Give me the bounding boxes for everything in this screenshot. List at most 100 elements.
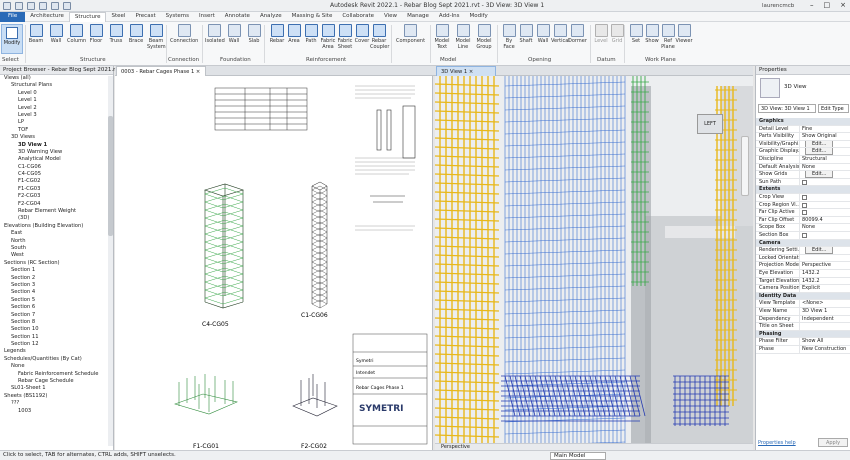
prop-value[interactable]: Independent — [800, 316, 834, 323]
view-cube[interactable]: LEFT — [697, 114, 723, 134]
prop-detail-level[interactable]: Detail Level Fine — [756, 125, 850, 134]
prop-value[interactable]: 3D View 1 — [800, 308, 827, 315]
beam-button[interactable]: Beam — [27, 24, 45, 44]
prop-visibility-graphi[interactable]: Visibility/Graphi... Edit... — [756, 140, 850, 149]
edit-button[interactable]: Edit... — [805, 140, 834, 148]
truss-button[interactable]: Truss — [107, 24, 125, 44]
browser-item-f2-cg03[interactable]: F2-CG03 — [0, 193, 113, 200]
prop-locked-orientat[interactable]: Locked Orientat... — [756, 254, 850, 263]
prop-value[interactable]: 1432.2 — [800, 270, 820, 277]
prop-value[interactable]: None — [800, 164, 815, 171]
close-icon[interactable]: × — [196, 69, 200, 75]
prop-title-on-sheet[interactable]: Title on Sheet — [756, 323, 850, 331]
maximize-icon[interactable]: □ — [824, 1, 831, 9]
prop-scope-box[interactable]: Scope Box None — [756, 224, 850, 232]
prop-value[interactable] — [800, 202, 807, 209]
prop-crop-region-vi[interactable]: Crop Region Vi... — [756, 201, 850, 210]
prop-phase-filter[interactable]: Phase Filter Show All — [756, 338, 850, 346]
prop-parts-visibility[interactable]: Parts Visibility Show Original — [756, 133, 850, 141]
area-button[interactable]: Area — [285, 24, 303, 44]
edit-button[interactable]: Edit... — [805, 247, 834, 254]
prop-target-elevation[interactable]: Target Elevation 1432.2 — [756, 277, 850, 286]
tab-modify[interactable]: Modify — [465, 12, 493, 22]
cover-button[interactable]: Cover — [353, 24, 371, 44]
browser-item-west[interactable]: West — [0, 252, 113, 259]
sheet-view[interactable]: C4-CG05 C1-CG06 F1-CG01 F2-CG02 Symetri … — [115, 76, 433, 450]
prop-far-clip-active[interactable]: Far Clip Active — [756, 209, 850, 217]
fabric-area-button[interactable]: Fabric Area — [319, 24, 337, 50]
prop-value[interactable] — [800, 323, 802, 330]
browser-item-3d-views[interactable]: 3D Views — [0, 134, 113, 141]
browser-item-rebar-element-weight[interactable]: Rebar Element Weight — [0, 208, 113, 215]
browser-item-level-0[interactable]: Level 0 — [0, 90, 113, 97]
redo-icon[interactable] — [39, 2, 47, 10]
edit-button[interactable]: Edit... — [805, 148, 834, 155]
browser-item-section-12[interactable]: Section 12 — [0, 341, 113, 348]
prop-phase[interactable]: Phase New Construction — [756, 346, 850, 354]
brace-button[interactable]: Brace — [127, 24, 145, 44]
model-line-button[interactable]: Model Line — [454, 24, 472, 50]
section-graphics[interactable]: Graphics — [756, 118, 850, 126]
browser-item-level-3[interactable]: Level 3 — [0, 112, 113, 119]
section-identity-data[interactable]: Identity Data — [756, 292, 850, 301]
apply-button[interactable]: Apply — [818, 438, 848, 447]
browser-item-[interactable]: ??? — [0, 400, 113, 407]
browser-item-south[interactable]: South — [0, 245, 113, 252]
tab-manage[interactable]: Manage — [402, 12, 434, 22]
browser-item-none[interactable]: None — [0, 363, 113, 370]
prop-value[interactable]: Show All — [800, 338, 823, 345]
prop-value[interactable]: Structural — [800, 156, 827, 163]
prop-value[interactable]: <None> — [800, 300, 823, 307]
prop-section-box[interactable]: Section Box — [756, 232, 850, 240]
browser-item-section-8[interactable]: Section 8 — [0, 319, 113, 326]
properties-help-link[interactable]: Properties help — [758, 440, 796, 446]
tab-analyze[interactable]: Analyze — [255, 12, 287, 22]
tab-structure[interactable]: Structure — [68, 12, 107, 22]
3d-viewport[interactable]: LEFT — [435, 76, 753, 450]
browser-item-f1-cg02[interactable]: F1-CG02 — [0, 178, 113, 185]
prop-far-clip-offset[interactable]: Far Clip Offset 80099.4 — [756, 216, 850, 225]
tab-view[interactable]: View — [379, 12, 402, 22]
prop-value[interactable] — [800, 194, 807, 201]
isolated-button[interactable]: Isolated — [205, 24, 225, 44]
prop-value[interactable]: Edit... — [800, 247, 836, 254]
tab-collaborate[interactable]: Collaborate — [337, 12, 379, 22]
checkbox-icon[interactable] — [802, 233, 807, 238]
browser-item-lp[interactable]: LP — [0, 119, 113, 126]
browser-item-sections-rc-section[interactable]: Sections (RC Section) — [0, 260, 113, 267]
browser-item-section-3[interactable]: Section 3 — [0, 282, 113, 289]
browser-item-section-11[interactable]: Section 11 — [0, 334, 113, 341]
column-button[interactable]: Column — [67, 24, 86, 44]
prop-value[interactable] — [800, 179, 807, 186]
user-name[interactable]: laurencmcb — [762, 3, 794, 9]
prop-value[interactable]: None — [800, 224, 815, 231]
model-text-button[interactable]: Model Text — [433, 24, 451, 50]
browser-item-tof[interactable]: TOF — [0, 127, 113, 134]
tab-add-ins[interactable]: Add-Ins — [434, 12, 465, 22]
browser-item-section-4[interactable]: Section 4 — [0, 289, 113, 296]
browser-item-views-all[interactable]: Views (all) — [0, 75, 113, 82]
browser-item-schedules-quantities-by-cat[interactable]: Schedules/Quantities (By Cat) — [0, 356, 113, 363]
browser-item-c1-cg06[interactable]: C1-CG06 — [0, 164, 113, 171]
prop-value[interactable]: Fine — [800, 126, 812, 133]
rebar-coupler-button[interactable]: Rebar Coupler — [370, 24, 389, 50]
edit-type-button[interactable]: Edit Type — [818, 104, 849, 113]
prop-value[interactable]: Edit... — [800, 148, 836, 155]
tab-steel[interactable]: Steel — [106, 12, 130, 22]
browser-item-3d[interactable]: (3D) — [0, 215, 113, 222]
browser-item-level-2[interactable]: Level 2 — [0, 105, 113, 112]
section-camera[interactable]: Camera — [756, 239, 850, 248]
prop-value[interactable]: Explicit — [800, 285, 820, 292]
browser-item-east[interactable]: East — [0, 230, 113, 237]
browser-item-3d-warning-view[interactable]: 3D Warning View — [0, 149, 113, 156]
browser-item-rebar-cage-schedule[interactable]: Rebar Cage Schedule — [0, 378, 113, 385]
by-face-button[interactable]: By Face — [500, 24, 518, 50]
active-model-select[interactable]: Main Model — [550, 452, 607, 460]
navigation-bar[interactable] — [741, 136, 749, 196]
browser-scrollbar[interactable] — [108, 76, 113, 446]
prop-camera-position[interactable]: Camera Position Explicit — [756, 285, 850, 293]
dormer-button[interactable]: Dormer — [568, 24, 587, 44]
browser-item-1003[interactable]: 1003 — [0, 408, 113, 415]
tab-3d-view-1[interactable]: 3D View 1 × — [436, 66, 496, 76]
prop-graphic-display[interactable]: Graphic Display... Edit... — [756, 148, 850, 156]
